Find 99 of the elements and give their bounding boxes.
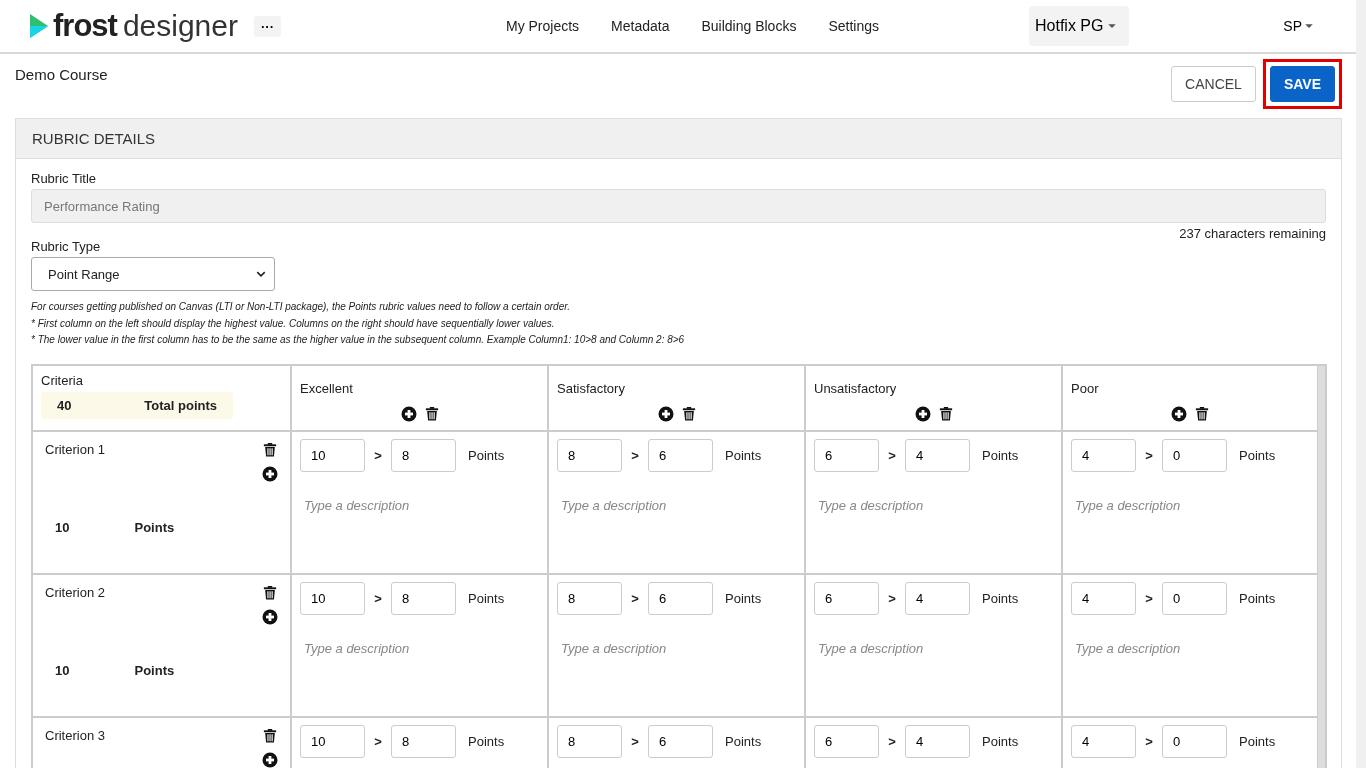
points-field[interactable]: 4 <box>1071 438 1136 472</box>
note-text: * First column on the left should display the highest value. Columns on the right should have sequentially lower values. <box>31 316 556 331</box>
range-separator: > <box>1144 733 1154 749</box>
column-heading: Criteria <box>41 372 84 388</box>
nav-link[interactable]: Building Blocks <box>701 18 797 34</box>
range-separator: > <box>887 733 897 749</box>
course-title: Demo Course <box>15 66 108 85</box>
column-heading: Satisfactory <box>557 380 626 396</box>
points-label: Points <box>134 519 175 535</box>
column-heading: Excellent <box>300 380 354 396</box>
add-icon[interactable] <box>657 405 674 422</box>
points-label: Points <box>1239 447 1276 463</box>
points-field[interactable]: 8 <box>557 724 622 758</box>
note-text: For courses getting published on Canvas (LTI or Non-LTI package), the Points rubric values need to follow a certain order. <box>31 300 571 314</box>
points-label: Points <box>1239 590 1276 606</box>
range-separator: > <box>373 733 383 749</box>
points-field[interactable]: 4 <box>1071 724 1136 758</box>
points-field[interactable]: 4 <box>905 438 970 472</box>
column-heading: Poor <box>1071 380 1100 396</box>
points-field[interactable]: 6 <box>648 581 713 615</box>
criterion-name: Criterion 1 <box>45 441 105 459</box>
total-points-value: 40 <box>57 397 72 413</box>
delete-icon[interactable] <box>263 441 277 458</box>
points-label: Points <box>725 733 762 749</box>
points-label: Points <box>725 590 762 606</box>
range-separator: > <box>630 590 640 606</box>
add-icon[interactable] <box>262 608 278 625</box>
range-separator: > <box>630 733 640 749</box>
points-field[interactable]: 8 <box>391 438 456 472</box>
more-button[interactable]: ··· <box>253 15 281 37</box>
criterion-points: 10 <box>55 662 70 678</box>
range-separator: > <box>887 590 897 606</box>
points-field[interactable]: 6 <box>814 581 879 615</box>
range-separator: > <box>630 447 640 463</box>
project-dropdown[interactable]: Hotfix PG <box>1029 6 1130 46</box>
column-heading: Unsatisfactory <box>814 380 898 396</box>
add-icon[interactable] <box>914 405 931 422</box>
delete-icon[interactable] <box>263 727 277 744</box>
nav-link[interactable]: Metadata <box>611 18 670 34</box>
range-separator: > <box>1144 590 1154 606</box>
logo-text: designer <box>122 9 238 43</box>
points-label: Points <box>725 447 762 463</box>
nav-link[interactable]: Settings <box>828 18 879 34</box>
total-points-label: Total points <box>144 397 217 413</box>
range-separator: > <box>373 590 383 606</box>
points-label: Points <box>134 662 175 678</box>
range-separator: > <box>1144 447 1154 463</box>
points-field[interactable]: 10 <box>300 724 365 758</box>
points-field[interactable]: 10 <box>300 581 365 615</box>
delete-icon[interactable] <box>263 584 277 601</box>
user-menu[interactable]: SP <box>1277 17 1320 35</box>
points-field[interactable]: 6 <box>814 438 879 472</box>
points-field[interactable]: 0 <box>1162 724 1227 758</box>
field-label: Rubric Type <box>31 239 102 254</box>
points-label: Points <box>468 733 505 749</box>
points-field[interactable]: 4 <box>1071 581 1136 615</box>
field-label: Rubric Title <box>31 171 98 186</box>
scrollbar[interactable] <box>1356 0 1366 768</box>
points-label: Points <box>982 733 1019 749</box>
delete-icon[interactable] <box>938 405 953 422</box>
points-label: Points <box>982 447 1019 463</box>
delete-icon[interactable] <box>681 405 696 422</box>
character-counter: 237 characters remaining <box>1178 226 1326 241</box>
points-field[interactable]: 0 <box>1162 581 1227 615</box>
points-field[interactable]: 6 <box>648 724 713 758</box>
save-button[interactable]: SAVE <box>1269 66 1335 102</box>
points-field[interactable]: 4 <box>905 581 970 615</box>
type-select[interactable]: Point Range <box>31 257 275 291</box>
note-text: * The lower value in the first column has to be the same as the higher value in the subsequent column. Example Column1: 10>8 and Column 2: 8>6 <box>31 333 686 347</box>
points-field[interactable]: 8 <box>557 438 622 472</box>
range-separator: > <box>373 447 383 463</box>
points-field[interactable]: 10 <box>300 438 365 472</box>
logo-text: frost <box>53 8 117 44</box>
points-field[interactable]: 8 <box>391 724 456 758</box>
delete-icon[interactable] <box>1195 405 1209 422</box>
points-field[interactable]: 6 <box>814 724 879 758</box>
add-icon[interactable] <box>262 465 278 482</box>
points-field[interactable]: 0 <box>1162 438 1227 472</box>
points-field[interactable]: 8 <box>391 581 456 615</box>
add-icon[interactable] <box>1171 405 1187 422</box>
criterion-points: 10 <box>55 519 70 535</box>
points-field[interactable]: 6 <box>648 438 713 472</box>
add-icon[interactable] <box>400 405 417 422</box>
points-label: Points <box>468 590 505 606</box>
points-label: Points <box>1239 733 1276 749</box>
cancel-button[interactable]: CANCEL <box>1171 66 1256 102</box>
points-label: Points <box>982 590 1019 606</box>
points-label: Points <box>468 447 505 463</box>
nav-link[interactable]: My Projects <box>505 18 580 34</box>
chevron-down-icon <box>256 269 266 279</box>
points-field[interactable]: 8 <box>557 581 622 615</box>
panel-title: RUBRIC DETAILS <box>16 119 1341 159</box>
criterion-name: Criterion 3 <box>45 727 105 745</box>
criterion-name: Criterion 2 <box>45 584 105 602</box>
range-separator: > <box>887 447 897 463</box>
points-field[interactable]: 4 <box>905 724 970 758</box>
delete-icon[interactable] <box>424 405 439 422</box>
scrollbar[interactable] <box>1317 365 1325 768</box>
add-icon[interactable] <box>262 751 278 768</box>
